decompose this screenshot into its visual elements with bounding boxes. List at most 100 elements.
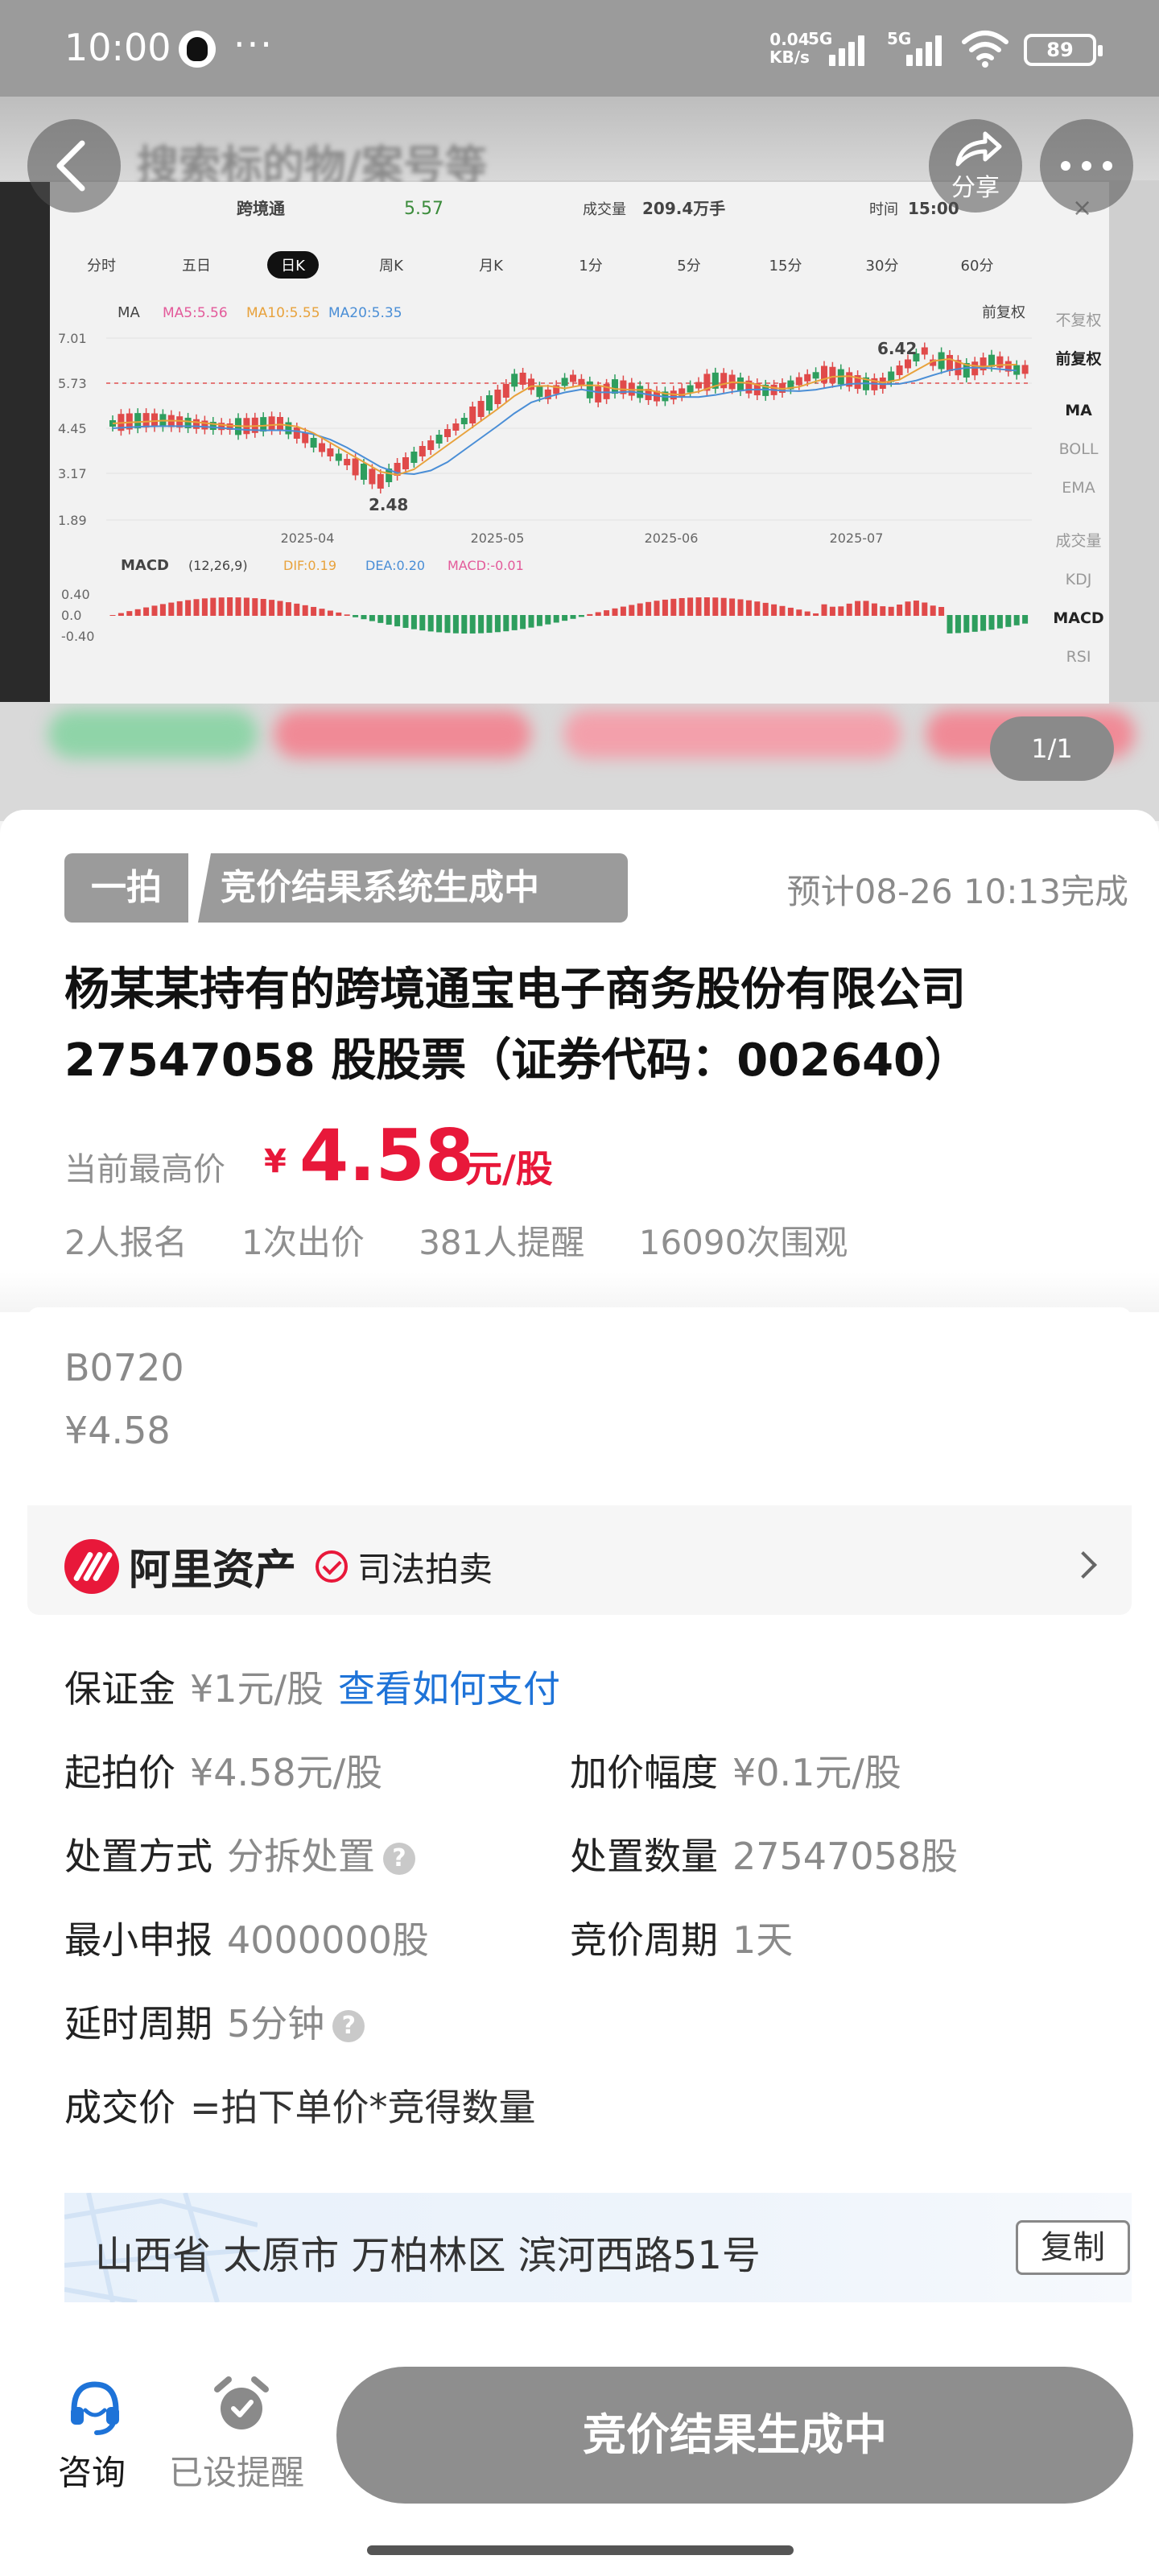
ali-assets-logo-icon: [64, 1539, 119, 1594]
chart-ma20-label: MA20:5.35: [328, 305, 402, 321]
auction-details-card: 保证金 ¥1元/股 查看如何支付 起拍价 ¥4.58元/股 加价幅度 ¥0.1元/股 处…: [27, 1642, 1132, 2339]
macd-bar: [863, 601, 869, 616]
candle-body: [494, 390, 501, 404]
candle-body: [335, 453, 342, 461]
macd-bar: [336, 612, 342, 616]
bid-result-generating-button[interactable]: 竞价结果生成中: [336, 2367, 1133, 2504]
candle-body: [327, 448, 334, 456]
auction-status-tag: 竞价结果系统生成中: [198, 853, 628, 923]
min-declaration-value: 4000000股: [227, 1918, 429, 1962]
chart-time-label: 时间: [869, 201, 898, 218]
consult-label[interactable]: 咨询: [58, 2446, 126, 2495]
seller-name: 阿里资产: [129, 1546, 297, 1595]
candle-body: [293, 427, 300, 439]
period-tab: 分时: [87, 258, 116, 275]
macd-bar: [277, 601, 283, 616]
candle-body: [905, 359, 911, 369]
bid-price: ¥4.58: [64, 1409, 171, 1452]
reminder-count: 381人提醒: [419, 1223, 585, 1262]
macd-bar: [737, 599, 744, 616]
increment-value: ¥0.1元/股: [732, 1751, 901, 1794]
stock-chart-svg: 跨境通 5.57 成交量 209.4万手 时间 15:00 × 分时五日日K周K…: [58, 194, 1104, 666]
candle-body: [695, 382, 702, 389]
candle-body: [193, 419, 200, 429]
macd-bar: [109, 615, 116, 616]
increment-label: 加价幅度: [570, 1751, 718, 1794]
macd-bar: [754, 601, 761, 616]
candle-body: [804, 374, 811, 382]
chart-side-option: 成交量: [1055, 532, 1101, 550]
disposal-method-value: 分拆处置: [227, 1835, 375, 1878]
macd-bar: [595, 612, 601, 616]
chart-macd-params: (12,26,9): [188, 558, 248, 573]
candle-body: [377, 474, 384, 489]
macd-bar: [703, 597, 710, 616]
macd-bar: [176, 601, 183, 616]
macd-bar: [478, 615, 485, 634]
deal-price-row: 成交价 =拍下单价*竞得数量: [64, 2079, 536, 2132]
macd-bar: [570, 615, 576, 619]
share-button[interactable]: 分享: [929, 119, 1022, 213]
chart-side-option: 不复权: [1055, 312, 1101, 329]
candle-body: [687, 385, 694, 393]
macd-bar: [846, 603, 852, 616]
bid-count: 1次出价: [241, 1223, 365, 1262]
chevron-right-icon: [1070, 1551, 1097, 1579]
period-tab: 1分: [579, 258, 602, 275]
macd-bar: [168, 602, 175, 616]
more-options-button[interactable]: [1040, 119, 1133, 213]
macd-bar: [436, 615, 443, 633]
macd-bar: [779, 605, 786, 616]
chart-volume-label: 成交量: [583, 201, 626, 218]
macd-bar: [201, 598, 208, 616]
macd-bar: [377, 615, 384, 623]
macd-bar: [612, 608, 618, 616]
macd-bar: [971, 615, 978, 632]
help-icon[interactable]: ?: [383, 1843, 415, 1875]
macd-bar: [134, 609, 141, 616]
period-tab: 月K: [479, 258, 504, 275]
chart-side-option: KDJ: [1066, 571, 1092, 588]
period-tab: 日K: [281, 258, 306, 275]
macd-bar: [461, 615, 468, 634]
macd-bar: [804, 611, 810, 616]
y-tick-label: 4.45: [58, 421, 87, 436]
alarm-clock-icon[interactable]: [211, 2375, 272, 2436]
macd-bar: [344, 614, 350, 616]
macd-bar: [410, 615, 417, 630]
current-price-value: 4.58: [299, 1114, 475, 1197]
candle-body: [319, 443, 325, 452]
macd-bar: [787, 607, 794, 616]
auction-round-tag: 一拍: [64, 853, 188, 923]
disposal-quantity-row: 处置数量 27547058股: [570, 1827, 958, 1880]
copy-address-button[interactable]: 复制: [1016, 2220, 1130, 2275]
candle-body: [812, 372, 819, 379]
macd-bar: [587, 613, 593, 616]
home-indicator[interactable]: [367, 2545, 794, 2555]
bid-record-card: B0720 ¥4.58 阿里资产 司法拍卖: [27, 1307, 1132, 1615]
view-count: 16090次围观: [638, 1223, 848, 1262]
start-price-value: ¥4.58元/股: [190, 1751, 383, 1794]
start-price-label: 起拍价: [64, 1751, 175, 1794]
candle-body: [921, 347, 928, 355]
increment-row: 加价幅度 ¥0.1元/股: [570, 1744, 901, 1797]
reminder-set-label[interactable]: 已设提醒: [169, 2446, 304, 2495]
macd-bar: [218, 597, 225, 616]
chart-stock-price: 5.57: [404, 199, 443, 219]
auction-title: 杨某某持有的跨境通宝电子商务股份有限公司27547058 股股票（证券代码：00…: [64, 964, 971, 1087]
how-to-pay-link[interactable]: 查看如何支付: [338, 1667, 560, 1711]
macd-bar: [1013, 615, 1020, 625]
macd-bar: [193, 599, 200, 616]
macd-bar: [897, 604, 903, 616]
help-icon[interactable]: ?: [332, 2010, 365, 2042]
seller-row[interactable]: 阿里资产 司法拍卖: [27, 1505, 1132, 1615]
macd-bar: [427, 615, 434, 632]
chart-ma5-label: MA5:5.56: [163, 305, 228, 321]
macd-bar: [963, 615, 970, 633]
candle-body: [502, 384, 509, 398]
macd-bar: [905, 601, 911, 616]
consult-headset-icon[interactable]: [66, 2378, 124, 2436]
macd-bar: [452, 615, 459, 634]
back-button[interactable]: [27, 119, 121, 213]
y-tick-label: 1.89: [58, 513, 87, 528]
